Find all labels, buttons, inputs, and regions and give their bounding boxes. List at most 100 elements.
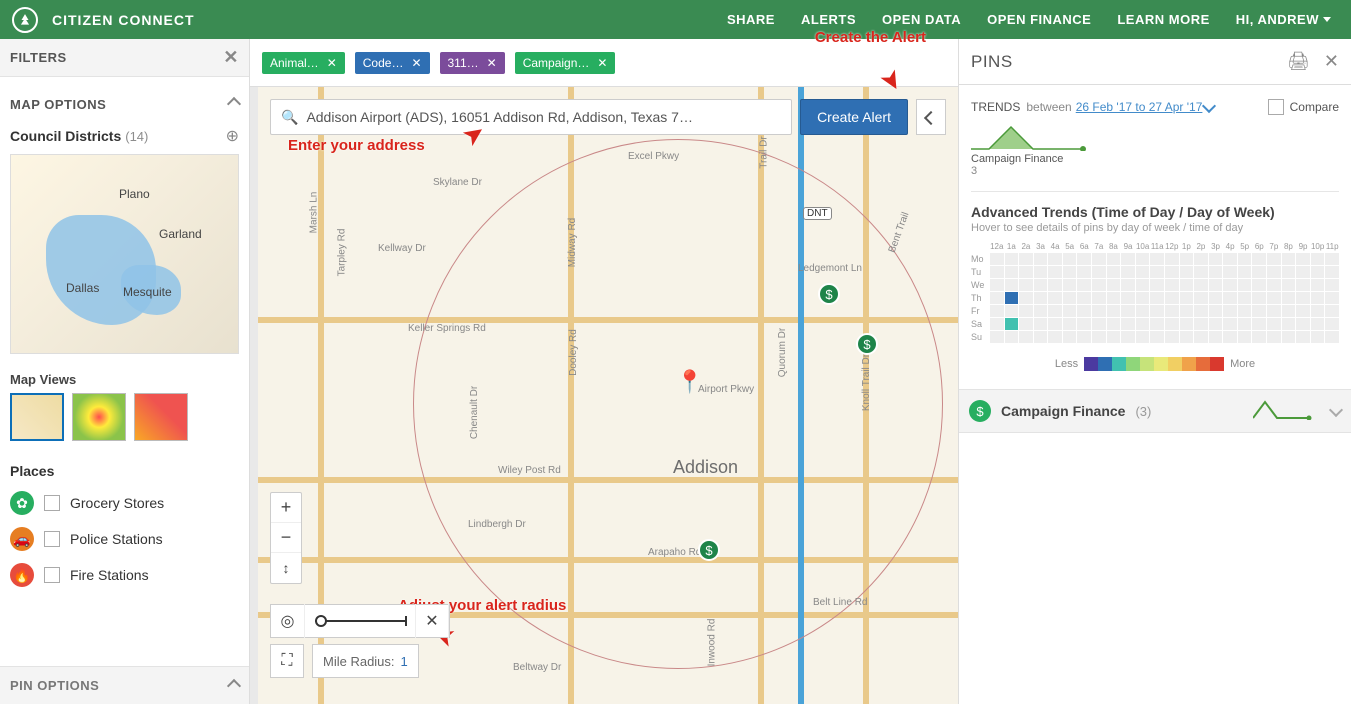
heatmap-cell[interactable] — [1296, 266, 1310, 278]
heatmap-cell[interactable] — [1107, 331, 1121, 343]
heatmap-cell[interactable] — [1121, 279, 1135, 291]
heatmap-cell[interactable] — [1282, 266, 1296, 278]
heatmap-cell[interactable] — [1252, 331, 1266, 343]
heatmap-cell[interactable] — [1019, 253, 1033, 265]
heatmap-cell[interactable] — [1005, 305, 1019, 317]
map-pin-dollar-icon[interactable]: $ — [856, 333, 878, 355]
heatmap-cell[interactable] — [1282, 331, 1296, 343]
heatmap-cell[interactable] — [1063, 253, 1077, 265]
heatmap-cell[interactable] — [1107, 305, 1121, 317]
heatmap-cell[interactable] — [1267, 331, 1281, 343]
heatmap-cell[interactable] — [1150, 318, 1164, 330]
heatmap-cell[interactable] — [1107, 292, 1121, 304]
heatmap-cell[interactable] — [1063, 292, 1077, 304]
place-checkbox[interactable] — [44, 531, 60, 547]
heatmap-cell[interactable] — [1325, 318, 1339, 330]
clear-radius-button[interactable]: ✕ — [415, 604, 449, 638]
heatmap-cell[interactable] — [1005, 253, 1019, 265]
heatmap-cell[interactable] — [1034, 266, 1048, 278]
heatmap-cell[interactable] — [1150, 279, 1164, 291]
heatmap-cell[interactable] — [1136, 253, 1150, 265]
heatmap-cell[interactable] — [1223, 266, 1237, 278]
heatmap-cell[interactable] — [1092, 305, 1106, 317]
heatmap-cell[interactable] — [1325, 331, 1339, 343]
heatmap-cell[interactable] — [1092, 331, 1106, 343]
heatmap-cell[interactable] — [1136, 292, 1150, 304]
heatmap-cell[interactable] — [1077, 279, 1091, 291]
fullscreen-button[interactable]: ⛶ — [270, 644, 304, 678]
heatmap-cell[interactable] — [1063, 331, 1077, 343]
heatmap-cell[interactable] — [1180, 253, 1194, 265]
heatmap-cell[interactable] — [1063, 305, 1077, 317]
heatmap-cell[interactable] — [1311, 305, 1325, 317]
heatmap-cell[interactable] — [1121, 292, 1135, 304]
category-row-campaign-finance[interactable]: $ Campaign Finance (3) — [959, 389, 1351, 433]
heatmap-cell[interactable] — [1092, 266, 1106, 278]
heatmap-cell[interactable] — [1252, 318, 1266, 330]
heatmap-cell[interactable] — [1311, 292, 1325, 304]
heatmap-cell[interactable] — [1107, 253, 1121, 265]
heatmap-cell[interactable] — [1238, 318, 1252, 330]
heatmap-cell[interactable] — [1107, 279, 1121, 291]
heatmap-cell[interactable] — [1150, 305, 1164, 317]
heatmap-cell[interactable] — [1194, 253, 1208, 265]
heatmap-cell[interactable] — [1150, 331, 1164, 343]
heatmap-cell[interactable] — [990, 292, 1004, 304]
zoom-in-icon[interactable]: ⊕ — [226, 126, 239, 146]
nav-alerts[interactable]: ALERTS — [801, 12, 856, 27]
create-alert-button[interactable]: Create Alert — [800, 99, 908, 135]
heatmap-cell[interactable] — [1136, 318, 1150, 330]
heatmap-cell[interactable] — [1282, 305, 1296, 317]
close-icon[interactable]: ✕ — [411, 56, 421, 70]
heatmap-cell[interactable] — [1107, 318, 1121, 330]
heatmap-cell[interactable] — [1063, 318, 1077, 330]
slider-knob[interactable] — [315, 615, 327, 627]
heatmap-cell[interactable] — [1296, 253, 1310, 265]
heatmap-cell[interactable] — [1296, 331, 1310, 343]
heatmap-cell[interactable] — [1150, 292, 1164, 304]
place-checkbox[interactable] — [44, 495, 60, 511]
heatmap-cell[interactable] — [1252, 292, 1266, 304]
heatmap-cell[interactable] — [1238, 305, 1252, 317]
heatmap-cell[interactable] — [1325, 292, 1339, 304]
heatmap-cell[interactable] — [1077, 331, 1091, 343]
heatmap-cell[interactable] — [1077, 305, 1091, 317]
heatmap-cell[interactable] — [1223, 331, 1237, 343]
heatmap-cell[interactable] — [1121, 318, 1135, 330]
heatmap-cell[interactable] — [1034, 305, 1048, 317]
heatmap-cell[interactable] — [1034, 279, 1048, 291]
heatmap-cell[interactable] — [1150, 253, 1164, 265]
heatmap-cell[interactable] — [1267, 318, 1281, 330]
zoom-out-button[interactable]: − — [271, 523, 301, 553]
heatmap-cell[interactable] — [1063, 279, 1077, 291]
heatmap-cell[interactable] — [1034, 292, 1048, 304]
mini-map[interactable]: Plano Garland Dallas Mesquite — [10, 154, 239, 354]
heatmap-cell[interactable] — [1282, 253, 1296, 265]
heatmap-cell[interactable] — [1136, 266, 1150, 278]
filter-tag-campaign[interactable]: Campaign…✕ — [515, 52, 616, 74]
heatmap-cell[interactable] — [1194, 331, 1208, 343]
heatmap-cell[interactable] — [1296, 305, 1310, 317]
heatmap-cell[interactable] — [1238, 292, 1252, 304]
heatmap-cell[interactable] — [1180, 266, 1194, 278]
heatmap-cell[interactable] — [1048, 279, 1062, 291]
heatmap-cell[interactable] — [1296, 318, 1310, 330]
heatmap-cell[interactable] — [1063, 266, 1077, 278]
heatmap-cell[interactable] — [1048, 305, 1062, 317]
heatmap-cell[interactable] — [1223, 253, 1237, 265]
heatmap-cell[interactable] — [1282, 318, 1296, 330]
heatmap-cell[interactable] — [1180, 331, 1194, 343]
heatmap-cell[interactable] — [1048, 253, 1062, 265]
heatmap-cell[interactable] — [1325, 305, 1339, 317]
heatmap-cell[interactable] — [1325, 279, 1339, 291]
heatmap-cell[interactable] — [1282, 292, 1296, 304]
heatmap-cell[interactable] — [1048, 331, 1062, 343]
heatmap-cell[interactable] — [1209, 305, 1223, 317]
compare-checkbox[interactable] — [1268, 99, 1284, 115]
map-view-thumb-3[interactable] — [134, 393, 188, 441]
close-icon[interactable]: ✕ — [597, 56, 607, 70]
close-icon[interactable]: ✕ — [1324, 51, 1339, 72]
nav-open-data[interactable]: OPEN DATA — [882, 12, 961, 27]
heatmap-cell[interactable] — [1238, 331, 1252, 343]
map-options-header[interactable]: MAP OPTIONS — [0, 77, 249, 120]
